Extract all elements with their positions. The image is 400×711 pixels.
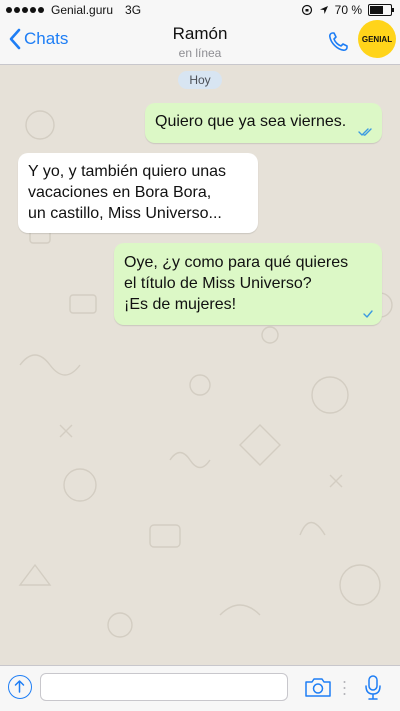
battery-icon [368,4,394,16]
message-line: ¡Es de mujeres! [124,296,237,313]
message-line: vacaciones en Bora Bora, [28,184,212,201]
location-arrow-icon [319,6,328,14]
message-line: Oye, ¿y como para qué quieres [124,254,349,271]
status-bar: Genial.guru 3G 70 % [0,0,400,20]
network-type: 3G [125,3,142,17]
status-left: Genial.guru 3G [6,3,141,17]
date-separator: Hoy [178,71,222,89]
carrier-name: Genial.guru [51,3,114,17]
battery-percent: 70 % [334,3,362,17]
double-check-icon [358,128,372,136]
message-text: Quiero que ya sea viernes. [155,113,347,130]
single-check-icon [363,310,373,318]
lock-rotation-icon [301,4,312,16]
message-line: el título de Miss Universo? [124,275,312,292]
signal-strength-icon [6,7,44,13]
status-right: 70 % [301,3,394,17]
share-icon[interactable] [8,675,32,699]
message-input[interactable] [40,673,288,701]
genial-logo-text: GENIAL [361,34,393,44]
arrow-up-icon [14,680,25,693]
outgoing-message[interactable]: Oye, ¿y como para qué quieres el título … [114,243,382,325]
chat-header: Chats Ramón en línea GENIAL [0,20,400,65]
separator-dots [343,681,346,695]
battery-fill [370,6,383,14]
message-input-bar [0,665,400,711]
microphone-icon[interactable] [364,675,382,701]
message-line: un castillo, Miss Universo... [28,205,222,222]
outgoing-message[interactable]: Quiero que ya sea viernes. [145,103,382,143]
message-line: Y yo, y también quiero unas [28,163,227,180]
camera-icon[interactable] [304,676,332,698]
genial-logo: GENIAL [358,20,396,58]
chat-area[interactable]: Hoy Quiero que ya sea viernes. Y yo, y t… [0,65,400,665]
phone-icon[interactable] [326,30,350,54]
incoming-message[interactable]: Y yo, y también quiero unas vacaciones e… [18,153,258,233]
